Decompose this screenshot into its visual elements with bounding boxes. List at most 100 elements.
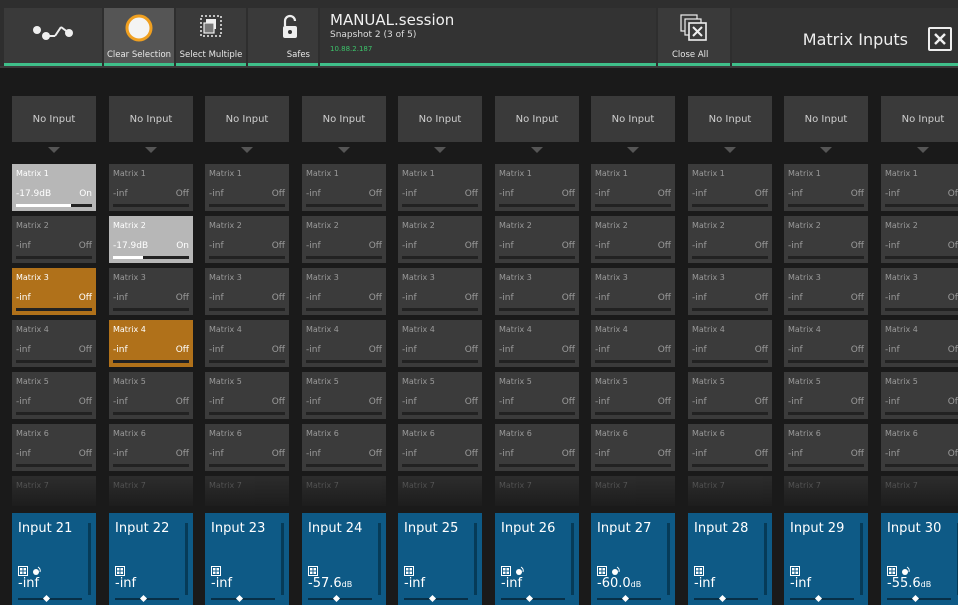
matrix-cell[interactable]: Matrix 4 -inf Off (398, 320, 482, 367)
input-strip[interactable]: Input 22 -inf (109, 513, 193, 605)
matrix-cell[interactable]: Matrix 3 -inf Off (109, 268, 193, 315)
select-multiple-button[interactable]: Select Multiple (176, 8, 246, 66)
matrix-cell[interactable]: Matrix 3 -inf Off (495, 268, 579, 315)
matrix-cell[interactable]: Matrix 3 -inf Off (688, 268, 772, 315)
fader-knob[interactable] (718, 594, 726, 603)
matrix-cell[interactable]: Matrix 6 -inf Off (784, 424, 868, 471)
matrix-cell[interactable]: Matrix 5 -inf Off (495, 372, 579, 419)
matrix-cell[interactable]: Matrix 6 -inf Off (12, 424, 96, 471)
source-select[interactable]: No Input (302, 96, 386, 142)
matrix-cell[interactable]: Matrix 5 -inf Off (109, 372, 193, 419)
matrix-cell[interactable]: Matrix 4 -inf Off (495, 320, 579, 367)
matrix-cell[interactable]: Matrix 2 -inf Off (591, 216, 675, 263)
source-select[interactable]: No Input (12, 96, 96, 142)
input-fader[interactable] (694, 594, 758, 603)
matrix-cell[interactable]: Matrix 3 -inf Off (302, 268, 386, 315)
matrix-cell[interactable]: Matrix 1 -inf Off (495, 164, 579, 211)
input-strip[interactable]: Input 29 -inf (784, 513, 868, 605)
source-select[interactable]: No Input (688, 96, 772, 142)
fader-knob[interactable] (235, 594, 243, 603)
matrix-cell[interactable]: Matrix 4 -inf Off (784, 320, 868, 367)
matrix-cell[interactable]: Matrix 6 -inf Off (109, 424, 193, 471)
matrix-cell[interactable]: Matrix 1 -inf Off (109, 164, 193, 211)
matrix-cell[interactable]: Matrix 6 -inf Off (302, 424, 386, 471)
matrix-cell[interactable]: Matrix 4 -inf Off (205, 320, 289, 367)
matrix-cell[interactable]: Matrix 3 -inf Off (12, 268, 96, 315)
input-strip[interactable]: Input 27 -60.0dB (591, 513, 675, 605)
fader-knob[interactable] (332, 594, 340, 603)
input-fader[interactable] (597, 594, 661, 603)
matrix-cell[interactable]: Matrix 2 -inf Off (302, 216, 386, 263)
matrix-cell[interactable]: Matrix 4 -inf Off (12, 320, 96, 367)
source-select[interactable]: No Input (591, 96, 675, 142)
input-fader[interactable] (308, 594, 372, 603)
fader-knob[interactable] (428, 594, 436, 603)
input-strip[interactable]: Input 26 -inf (495, 513, 579, 605)
matrix-cell[interactable]: Matrix 3 -inf Off (205, 268, 289, 315)
matrix-cell[interactable]: Matrix 5 -inf Off (12, 372, 96, 419)
matrix-cell[interactable]: Matrix 5 -inf Off (205, 372, 289, 419)
source-select[interactable]: No Input (495, 96, 579, 142)
matrix-cell[interactable]: Matrix 6 -inf Off (591, 424, 675, 471)
input-fader[interactable] (18, 594, 82, 603)
input-strip[interactable]: Input 21 -inf (12, 513, 96, 605)
matrix-cell[interactable]: Matrix 4 -inf Off (109, 320, 193, 367)
source-select[interactable]: No Input (784, 96, 868, 142)
source-select[interactable]: No Input (881, 96, 958, 142)
fader-knob[interactable] (814, 594, 822, 603)
clear-selection-button[interactable]: Clear Selection (104, 8, 174, 66)
source-select[interactable]: No Input (109, 96, 193, 142)
matrix-cell[interactable]: Matrix 3 -inf Off (591, 268, 675, 315)
input-fader[interactable] (115, 594, 179, 603)
matrix-cell[interactable]: Matrix 4 -inf Off (881, 320, 958, 367)
matrix-cell[interactable]: Matrix 1 -inf Off (591, 164, 675, 211)
matrix-cell[interactable]: Matrix 1 -17.9dB On (12, 164, 96, 211)
matrix-cell[interactable]: Matrix 1 -inf Off (784, 164, 868, 211)
matrix-cell[interactable]: Matrix 5 -inf Off (784, 372, 868, 419)
input-strip[interactable]: Input 30 -55.6dB (881, 513, 958, 605)
input-fader[interactable] (211, 594, 275, 603)
matrix-cell[interactable]: Matrix 1 -inf Off (881, 164, 958, 211)
fader-knob[interactable] (911, 594, 919, 603)
input-fader[interactable] (404, 594, 468, 603)
input-strip[interactable]: Input 25 -inf (398, 513, 482, 605)
session-info[interactable]: MANUAL.session Snapshot 2 (3 of 5) 10.88… (320, 8, 656, 66)
matrix-cell[interactable]: Matrix 2 -inf Off (398, 216, 482, 263)
routing-button[interactable] (4, 8, 102, 66)
matrix-cell[interactable]: Matrix 4 -inf Off (591, 320, 675, 367)
matrix-cell[interactable]: Matrix 1 -inf Off (688, 164, 772, 211)
matrix-cell[interactable]: Matrix 2 -inf Off (495, 216, 579, 263)
safes-button[interactable]: Safes (248, 8, 318, 66)
matrix-cell[interactable]: Matrix 6 -inf Off (688, 424, 772, 471)
fader-knob[interactable] (525, 594, 533, 603)
matrix-cell[interactable]: Matrix 6 -inf Off (205, 424, 289, 471)
source-select[interactable]: No Input (205, 96, 289, 142)
matrix-cell[interactable]: Matrix 2 -inf Off (205, 216, 289, 263)
matrix-cell[interactable]: Matrix 5 -inf Off (591, 372, 675, 419)
matrix-cell[interactable]: Matrix 3 -inf Off (398, 268, 482, 315)
matrix-cell[interactable]: Matrix 1 -inf Off (398, 164, 482, 211)
matrix-cell[interactable]: Matrix 2 -inf Off (688, 216, 772, 263)
matrix-cell[interactable]: Matrix 3 -inf Off (881, 268, 958, 315)
fader-knob[interactable] (42, 594, 50, 603)
close-icon[interactable] (928, 27, 952, 51)
matrix-cell[interactable]: Matrix 2 -inf Off (12, 216, 96, 263)
input-strip[interactable]: Input 28 -inf (688, 513, 772, 605)
matrix-cell[interactable]: Matrix 6 -inf Off (495, 424, 579, 471)
matrix-cell[interactable]: Matrix 5 -inf Off (881, 372, 958, 419)
matrix-cell[interactable]: Matrix 5 -inf Off (398, 372, 482, 419)
matrix-cell[interactable]: Matrix 2 -inf Off (881, 216, 958, 263)
input-fader[interactable] (790, 594, 854, 603)
input-strip[interactable]: Input 24 -57.6dB (302, 513, 386, 605)
matrix-cell[interactable]: Matrix 1 -inf Off (205, 164, 289, 211)
matrix-cell[interactable]: Matrix 2 -inf Off (784, 216, 868, 263)
matrix-cell[interactable]: Matrix 6 -inf Off (398, 424, 482, 471)
matrix-cell[interactable]: Matrix 4 -inf Off (302, 320, 386, 367)
input-strip[interactable]: Input 23 -inf (205, 513, 289, 605)
fader-knob[interactable] (621, 594, 629, 603)
input-fader[interactable] (887, 594, 951, 603)
matrix-cell[interactable]: Matrix 6 -inf Off (881, 424, 958, 471)
matrix-cell[interactable]: Matrix 1 -inf Off (302, 164, 386, 211)
matrix-cell[interactable]: Matrix 2 -17.9dB On (109, 216, 193, 263)
matrix-cell[interactable]: Matrix 3 -inf Off (784, 268, 868, 315)
